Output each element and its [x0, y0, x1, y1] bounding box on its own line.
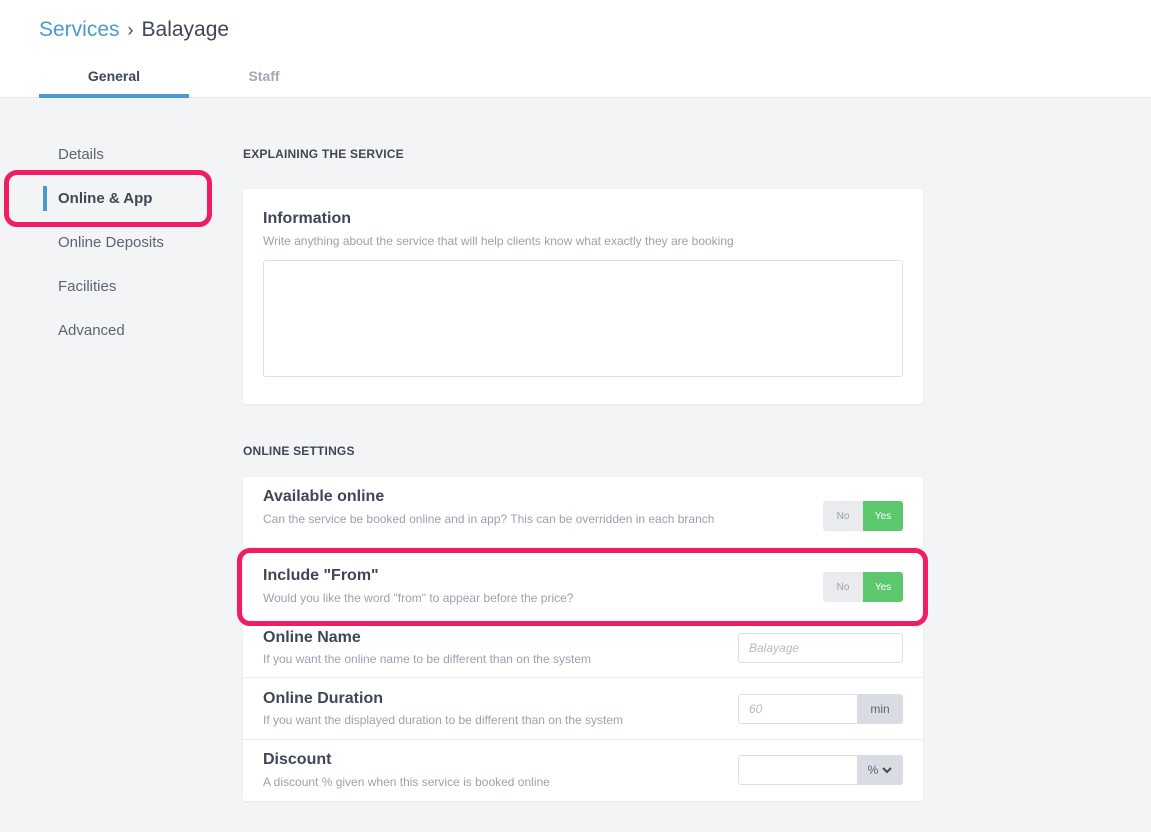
information-desc: Write anything about the service that wi…	[263, 234, 734, 248]
duration-unit-addon: min	[857, 694, 903, 724]
discount-row: Discount A discount % given when this se…	[243, 739, 923, 801]
tab-general[interactable]: General	[39, 68, 189, 98]
online-name-row: Online Name If you want the online name …	[243, 625, 923, 677]
sidebar-item-facilities[interactable]: Facilities	[58, 278, 116, 295]
discount-title: Discount	[263, 751, 332, 768]
sidebar-item-details[interactable]: Details	[58, 146, 104, 163]
available-online-title: Available online	[263, 488, 385, 505]
online-duration-desc: If you want the displayed duration to be…	[263, 713, 624, 727]
information-card: Information Write anything about the ser…	[243, 189, 923, 404]
toggle-no-option[interactable]: No	[823, 501, 863, 531]
online-duration-title: Online Duration	[263, 690, 383, 707]
online-name-desc: If you want the online name to be differ…	[263, 652, 591, 666]
discount-unit-select[interactable]: %	[857, 755, 903, 785]
discount-input[interactable]	[738, 755, 860, 785]
online-settings-card: Available online Can the service be book…	[243, 477, 923, 801]
page-title: Balayage	[141, 18, 230, 41]
information-textarea[interactable]	[263, 260, 903, 377]
available-online-toggle[interactable]: No Yes	[823, 501, 903, 531]
section-title-explaining: EXPLAINING THE SERVICE	[243, 147, 404, 161]
chevron-right-icon: ›	[127, 19, 134, 40]
breadcrumb: Services › Balayage	[39, 18, 229, 42]
online-name-title: Online Name	[263, 629, 361, 646]
top-bar: Services › Balayage General Staff	[0, 0, 1151, 98]
online-duration-row: Online Duration If you want the displaye…	[243, 677, 923, 739]
online-duration-input[interactable]: 60	[738, 694, 860, 724]
sidebar-item-online-deposits[interactable]: Online Deposits	[58, 234, 164, 251]
available-online-row: Available online Can the service be book…	[243, 477, 923, 547]
discount-unit-label: %	[867, 763, 879, 777]
highlight-annotation	[4, 170, 212, 227]
available-online-desc: Can the service be booked online and in …	[263, 512, 715, 526]
discount-desc: A discount % given when this service is …	[263, 775, 550, 789]
breadcrumb-services-link[interactable]: Services	[39, 18, 120, 42]
information-title: Information	[263, 210, 351, 227]
highlight-annotation	[237, 548, 928, 626]
sidebar-item-advanced[interactable]: Advanced	[58, 322, 125, 339]
online-name-input[interactable]: Balayage	[738, 633, 903, 663]
tab-staff[interactable]: Staff	[189, 68, 339, 98]
toggle-yes-option[interactable]: Yes	[863, 501, 903, 531]
chevron-down-icon	[882, 767, 893, 774]
section-title-online: ONLINE SETTINGS	[243, 444, 355, 458]
